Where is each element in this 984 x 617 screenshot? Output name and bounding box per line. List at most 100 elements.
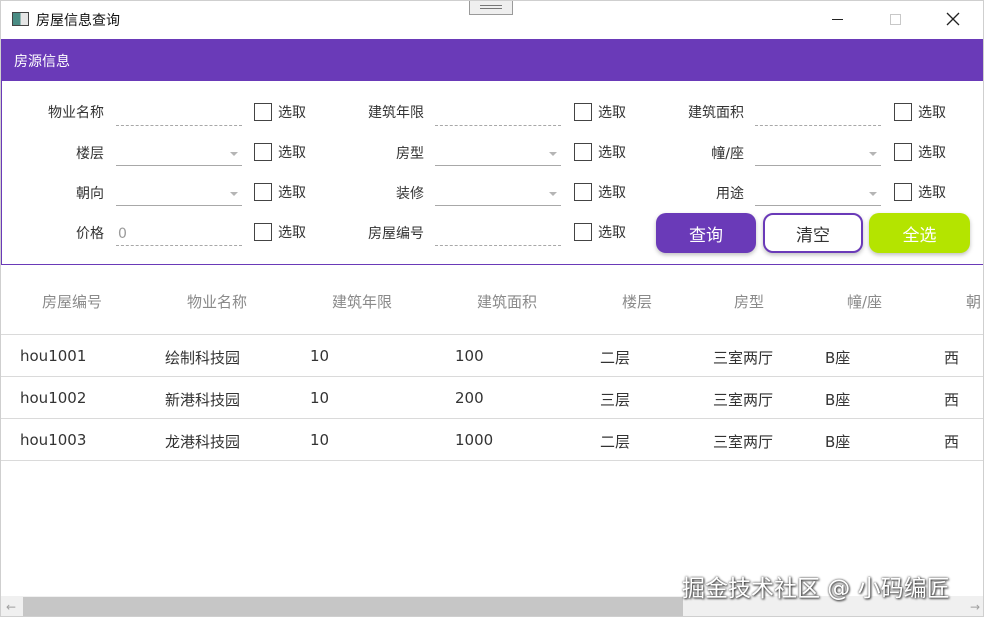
query-button[interactable]: 查询 [656, 213, 756, 253]
room-type-checkbox[interactable] [574, 143, 592, 161]
price-input[interactable]: 0 [116, 222, 242, 246]
property-name-label: 物业名称 [48, 105, 104, 121]
orientation-checkbox-label: 选取 [278, 185, 306, 201]
chevron-down-icon [230, 152, 238, 156]
table-cell: 西 [944, 433, 960, 451]
build-area-input[interactable] [755, 102, 881, 126]
build-area-checkbox-label: 选取 [918, 105, 946, 121]
table-cell: 三室两厅 [713, 433, 774, 451]
decoration-checkbox-label: 选取 [598, 185, 626, 201]
watermark-text: 掘金技术社区 @ 小码编匠 [682, 576, 950, 602]
table-cell: 10 [310, 347, 330, 365]
table-cell: hou1002 [20, 389, 87, 407]
property-name-checkbox[interactable] [254, 103, 272, 121]
table-cell: 二层 [600, 349, 631, 367]
column-header[interactable]: 建筑面积 [477, 291, 537, 312]
build-area-label: 建筑面积 [688, 105, 744, 121]
building-checkbox[interactable] [894, 143, 912, 161]
table-cell: 龙港科技园 [165, 433, 241, 451]
room-type-checkbox-label: 选取 [598, 145, 626, 161]
table-header: 房屋编号 物业名称 建筑年限 建筑面积 楼层 房型 幢/座 朝 [1, 265, 983, 335]
build-year-checkbox-label: 选取 [598, 105, 626, 121]
usage-combobox[interactable] [755, 182, 881, 206]
table-cell: B座 [825, 391, 851, 409]
clear-button[interactable]: 清空 [763, 213, 863, 253]
floor-label: 楼层 [76, 146, 104, 162]
maximize-button[interactable] [872, 1, 918, 37]
group-title: 房源信息 [14, 54, 70, 70]
orientation-combobox[interactable] [116, 182, 242, 206]
room-type-combobox[interactable] [435, 142, 561, 166]
floor-checkbox[interactable] [254, 143, 272, 161]
close-button[interactable] [930, 1, 976, 37]
table-cell: 10 [310, 389, 330, 407]
table-cell: hou1001 [20, 347, 87, 365]
column-header[interactable]: 朝 [966, 291, 981, 312]
column-header[interactable]: 建筑年限 [332, 291, 392, 312]
grip-handle-icon[interactable] [469, 1, 513, 15]
table-cell: 200 [455, 389, 484, 407]
table-row[interactable]: hou1002 新港科技园 10 200 三层 三室两厅 B座 西 [1, 377, 983, 419]
title-bar: 房屋信息查询 [1, 1, 983, 39]
chevron-down-icon [230, 192, 238, 196]
building-label: 幢/座 [711, 146, 744, 162]
column-header[interactable]: 物业名称 [187, 291, 247, 312]
chevron-down-icon [869, 152, 877, 156]
table-row[interactable]: hou1003 龙港科技园 10 1000 二层 三室两厅 B座 西 [1, 419, 983, 461]
house-no-checkbox[interactable] [574, 223, 592, 241]
orientation-checkbox[interactable] [254, 183, 272, 201]
group-header: 房源信息 [2, 40, 983, 81]
build-year-checkbox[interactable] [574, 103, 592, 121]
close-icon [946, 12, 960, 26]
arrow-left-icon[interactable]: ← [1, 596, 21, 616]
build-year-input[interactable] [435, 102, 561, 126]
floor-combobox[interactable] [116, 142, 242, 166]
usage-label: 用途 [716, 186, 744, 202]
select-all-button[interactable]: 全选 [869, 213, 970, 253]
table-cell: 1000 [455, 431, 494, 449]
house-no-input[interactable] [435, 222, 561, 246]
property-name-input[interactable] [116, 102, 242, 126]
column-header[interactable]: 楼层 [622, 291, 652, 312]
room-type-label: 房型 [396, 146, 424, 162]
app-window: 房屋信息查询 房源信息 物业名称 选取 建筑年限 选取 建筑面积 选取 楼层 选… [0, 0, 984, 617]
build-year-label: 建筑年限 [368, 105, 424, 121]
building-combobox[interactable] [755, 142, 881, 166]
house-no-checkbox-label: 选取 [598, 225, 626, 241]
window-title: 房屋信息查询 [36, 13, 120, 29]
table-cell: 二层 [600, 433, 631, 451]
price-checkbox[interactable] [254, 223, 272, 241]
maximize-icon [889, 13, 901, 25]
table-cell: 西 [944, 349, 960, 367]
orientation-label: 朝向 [76, 186, 104, 202]
table-cell: 10 [310, 431, 330, 449]
property-info-group: 房源信息 物业名称 选取 建筑年限 选取 建筑面积 选取 楼层 选取 房型 选取… [1, 39, 983, 265]
house-data-table: 房屋编号 物业名称 建筑年限 建筑面积 楼层 房型 幢/座 朝 hou1001 … [1, 265, 983, 595]
minimize-button[interactable] [814, 1, 860, 37]
column-header[interactable]: 房型 [734, 291, 764, 312]
column-header[interactable]: 房屋编号 [42, 291, 102, 312]
table-cell: B座 [825, 433, 851, 451]
house-no-label: 房屋编号 [368, 226, 424, 242]
column-header[interactable]: 幢/座 [847, 291, 882, 312]
usage-checkbox[interactable] [894, 183, 912, 201]
price-checkbox-label: 选取 [278, 225, 306, 241]
floor-checkbox-label: 选取 [278, 145, 306, 161]
table-cell: 绘制科技园 [165, 349, 241, 367]
table-cell: 新港科技园 [165, 391, 241, 409]
table-cell: 三室两厅 [713, 391, 774, 409]
table-row[interactable]: hou1001 绘制科技园 10 100 二层 三室两厅 B座 西 [1, 335, 983, 377]
chevron-down-icon [549, 152, 557, 156]
arrow-right-icon[interactable]: → [965, 596, 983, 616]
table-cell: 三层 [600, 391, 631, 409]
price-label: 价格 [76, 226, 104, 242]
scrollbar-thumb[interactable] [23, 597, 683, 616]
app-icon [12, 12, 29, 26]
minimize-icon [831, 18, 843, 20]
decoration-label: 装修 [396, 186, 424, 202]
decoration-combobox[interactable] [435, 182, 561, 206]
property-name-checkbox-label: 选取 [278, 105, 306, 121]
table-cell: B座 [825, 349, 851, 367]
build-area-checkbox[interactable] [894, 103, 912, 121]
decoration-checkbox[interactable] [574, 183, 592, 201]
